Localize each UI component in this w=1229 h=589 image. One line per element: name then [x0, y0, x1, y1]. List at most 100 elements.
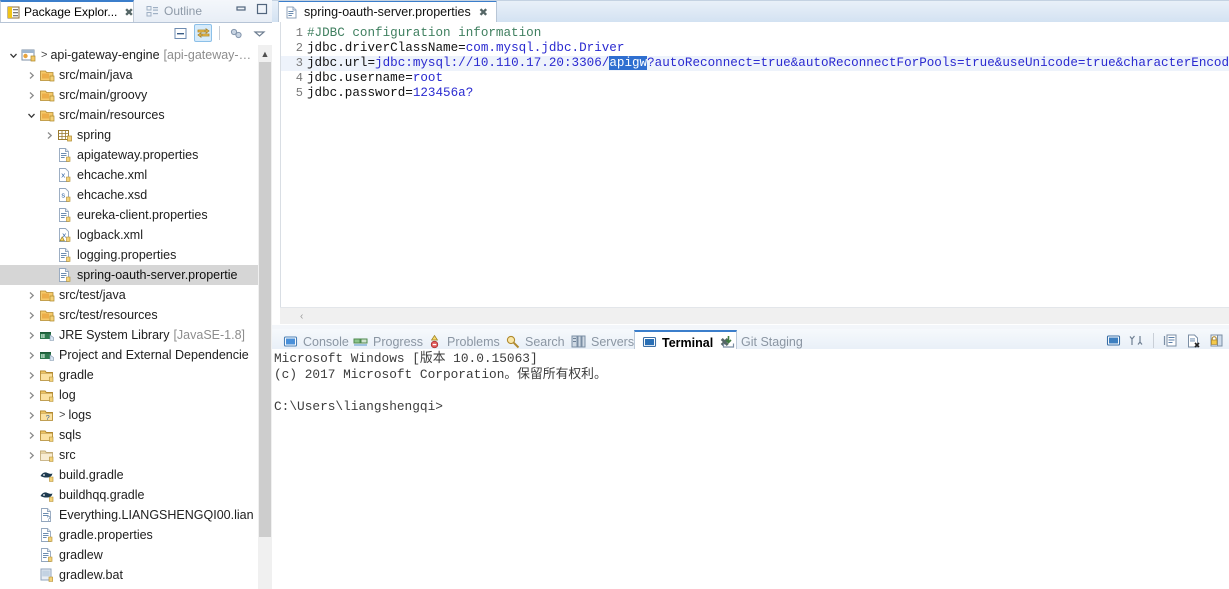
editor-code-area[interactable]: 1 #JDBC configuration information 2 jdbc.dr… — [281, 26, 1229, 101]
tree-item[interactable]: gradle.properties — [0, 525, 258, 545]
tree-twisty-right-icon[interactable] — [24, 285, 38, 305]
tree-item[interactable]: src/test/java — [0, 285, 258, 305]
tree-item[interactable]: x logback.xml — [0, 225, 258, 245]
tree-item[interactable]: log — [0, 385, 258, 405]
tree-twisty-right-icon[interactable] — [24, 405, 38, 425]
maximize-icon[interactable] — [255, 2, 268, 15]
bottom-tab-label: Terminal — [662, 335, 714, 350]
tree-item[interactable]: gradlew.bat — [0, 565, 258, 585]
tree-item[interactable]: > api-gateway-engine [api-gateway-… — [0, 45, 258, 65]
package-explorer-pane: Package Explor... ✖ Outline > api-gatewa… — [0, 0, 272, 589]
tree-item[interactable]: s ehcache.xsd — [0, 185, 258, 205]
tree-item[interactable]: src — [0, 445, 258, 465]
tree-twisty-right-icon[interactable] — [24, 325, 38, 345]
tree-twisty-right-icon[interactable] — [42, 125, 56, 145]
tree-item-label: src/test/java — [59, 288, 126, 302]
tab-package-explorer[interactable]: Package Explor... ✖ — [0, 0, 134, 22]
tree-item[interactable]: src/main/groovy — [0, 85, 258, 105]
tree-item-label: log — [59, 388, 76, 402]
tree-item[interactable]: src/test/resources — [0, 305, 258, 325]
tree-item-label: logback.xml — [77, 228, 143, 242]
terminal-output[interactable]: Microsoft Windows [版本 10.0.15063] (c) 20… — [272, 349, 1229, 565]
tree-item-label: src/main/resources — [59, 108, 165, 122]
scroll-left-arrow-icon[interactable]: ‹ — [300, 308, 303, 324]
editor-line[interactable]: 5 jdbc.password=123456a? — [281, 86, 1229, 101]
tree-item[interactable]: build.gradle — [0, 465, 258, 485]
toggle-view-button[interactable] — [1128, 332, 1145, 349]
source-folder-icon — [38, 65, 56, 85]
properties-file-icon — [38, 525, 56, 545]
tree-item[interactable]: JRE System Library [JavaSE-1.8] — [0, 325, 258, 345]
svg-text:?: ? — [47, 516, 51, 523]
close-icon[interactable]: ✖ — [479, 6, 488, 19]
tree-item[interactable]: buildhqq.gradle — [0, 485, 258, 505]
tree-item[interactable]: x ehcache.xml — [0, 165, 258, 185]
code-token: ?autoReconnect=true&autoReconnectForPool… — [647, 56, 1229, 70]
source-folder-icon — [38, 105, 56, 125]
editor-line[interactable]: 2 jdbc.driverClassName=com.mysql.jdbc.Dri… — [281, 41, 1229, 56]
xml-file-icon: x — [56, 165, 74, 185]
editor-line[interactable]: 3 jdbc.url=jdbc:mysql://10.110.17.20:3306… — [281, 56, 1229, 71]
gradle-file-icon — [38, 465, 56, 485]
collapse-all-icon[interactable] — [171, 24, 189, 42]
tree-twisty-right-icon[interactable] — [24, 365, 38, 385]
pin-console-button[interactable] — [1208, 332, 1225, 349]
console-icon — [283, 334, 299, 350]
tab-outline[interactable]: Outline — [140, 0, 208, 22]
code-token-selected: apigw — [609, 56, 648, 70]
tree-item[interactable]: Project and External Dependencie — [0, 345, 258, 365]
open-terminal-button[interactable] — [1105, 332, 1122, 349]
tree-item[interactable]: logging.properties — [0, 245, 258, 265]
tree-item[interactable]: ? > logs — [0, 405, 258, 425]
explorer-vertical-scrollbar[interactable]: ▲ — [258, 45, 272, 589]
editor-line[interactable]: 4 jdbc.username=root — [281, 71, 1229, 86]
minimize-icon[interactable] — [234, 2, 247, 15]
folder-question-icon: ? — [38, 405, 56, 425]
tree-twisty-right-icon[interactable] — [24, 65, 38, 85]
line-number: 2 — [295, 41, 303, 55]
link-editor-icon[interactable] — [194, 24, 212, 42]
explorer-tab-bar: Package Explor... ✖ Outline — [0, 0, 272, 23]
tree-twisty-right-icon[interactable] — [24, 345, 38, 365]
tree-item-label: src — [59, 448, 76, 462]
clear-terminal-button[interactable] — [1185, 332, 1202, 349]
bottom-tab-label: Servers — [591, 334, 635, 349]
chevron-down-icon[interactable] — [250, 24, 268, 42]
editor-and-panels: spring-oauth-server.properties ✖ 1 #JDBC … — [272, 0, 1229, 589]
tree-item[interactable]: src/main/java — [0, 65, 258, 85]
project-tree[interactable]: > api-gateway-engine [api-gateway-… src/mai… — [0, 45, 258, 589]
filters-icon[interactable] — [227, 24, 245, 42]
line-number: 5 — [295, 86, 303, 100]
scroll-up-arrow-icon[interactable]: ▲ — [258, 45, 272, 62]
tree-item[interactable]: ? Everything.LIANGSHENGQI00.lian — [0, 505, 258, 525]
xsd-file-icon: s — [56, 185, 74, 205]
editor-line[interactable]: 1 #JDBC configuration information — [281, 26, 1229, 41]
text-editor[interactable]: 1 #JDBC configuration information 2 jdbc.dr… — [280, 22, 1229, 307]
outline-icon — [146, 5, 160, 18]
scrollbar-thumb[interactable] — [259, 62, 271, 537]
tree-twisty-right-icon[interactable] — [24, 85, 38, 105]
tree-item[interactable]: gradlew — [0, 545, 258, 565]
tree-item[interactable]: spring-oauth-server.propertie — [0, 265, 258, 285]
tree-twisty-right-icon[interactable] — [24, 445, 38, 465]
bottom-tab-label: Git Staging — [741, 334, 803, 349]
tree-item[interactable]: sqls — [0, 425, 258, 445]
tab-spring-oauth-server-properties[interactable]: spring-oauth-server.properties ✖ — [278, 0, 497, 22]
tree-item[interactable]: spring — [0, 125, 258, 145]
tree-item[interactable]: src/main/resources — [0, 105, 258, 125]
tree-twisty-right-icon[interactable] — [24, 305, 38, 325]
tree-item[interactable]: eureka-client.properties — [0, 205, 258, 225]
tree-item[interactable]: apigateway.properties — [0, 145, 258, 165]
tree-item-label: src/test/resources — [59, 308, 158, 322]
tree-item[interactable]: gradle — [0, 365, 258, 385]
scroll-lock-button[interactable] — [1162, 332, 1179, 349]
tree-twisty-down-icon[interactable] — [24, 105, 38, 125]
close-icon[interactable]: ✖ — [124, 6, 133, 19]
tree-twisty-right-icon[interactable] — [24, 425, 38, 445]
folder-icon — [38, 385, 56, 405]
tree-twisty-right-icon[interactable] — [24, 385, 38, 405]
line-number: 4 — [295, 71, 303, 85]
svg-text:s: s — [61, 193, 66, 201]
editor-horizontal-scrollbar[interactable]: ‹ — [280, 307, 1229, 324]
tree-twisty-down-icon[interactable] — [6, 45, 20, 65]
